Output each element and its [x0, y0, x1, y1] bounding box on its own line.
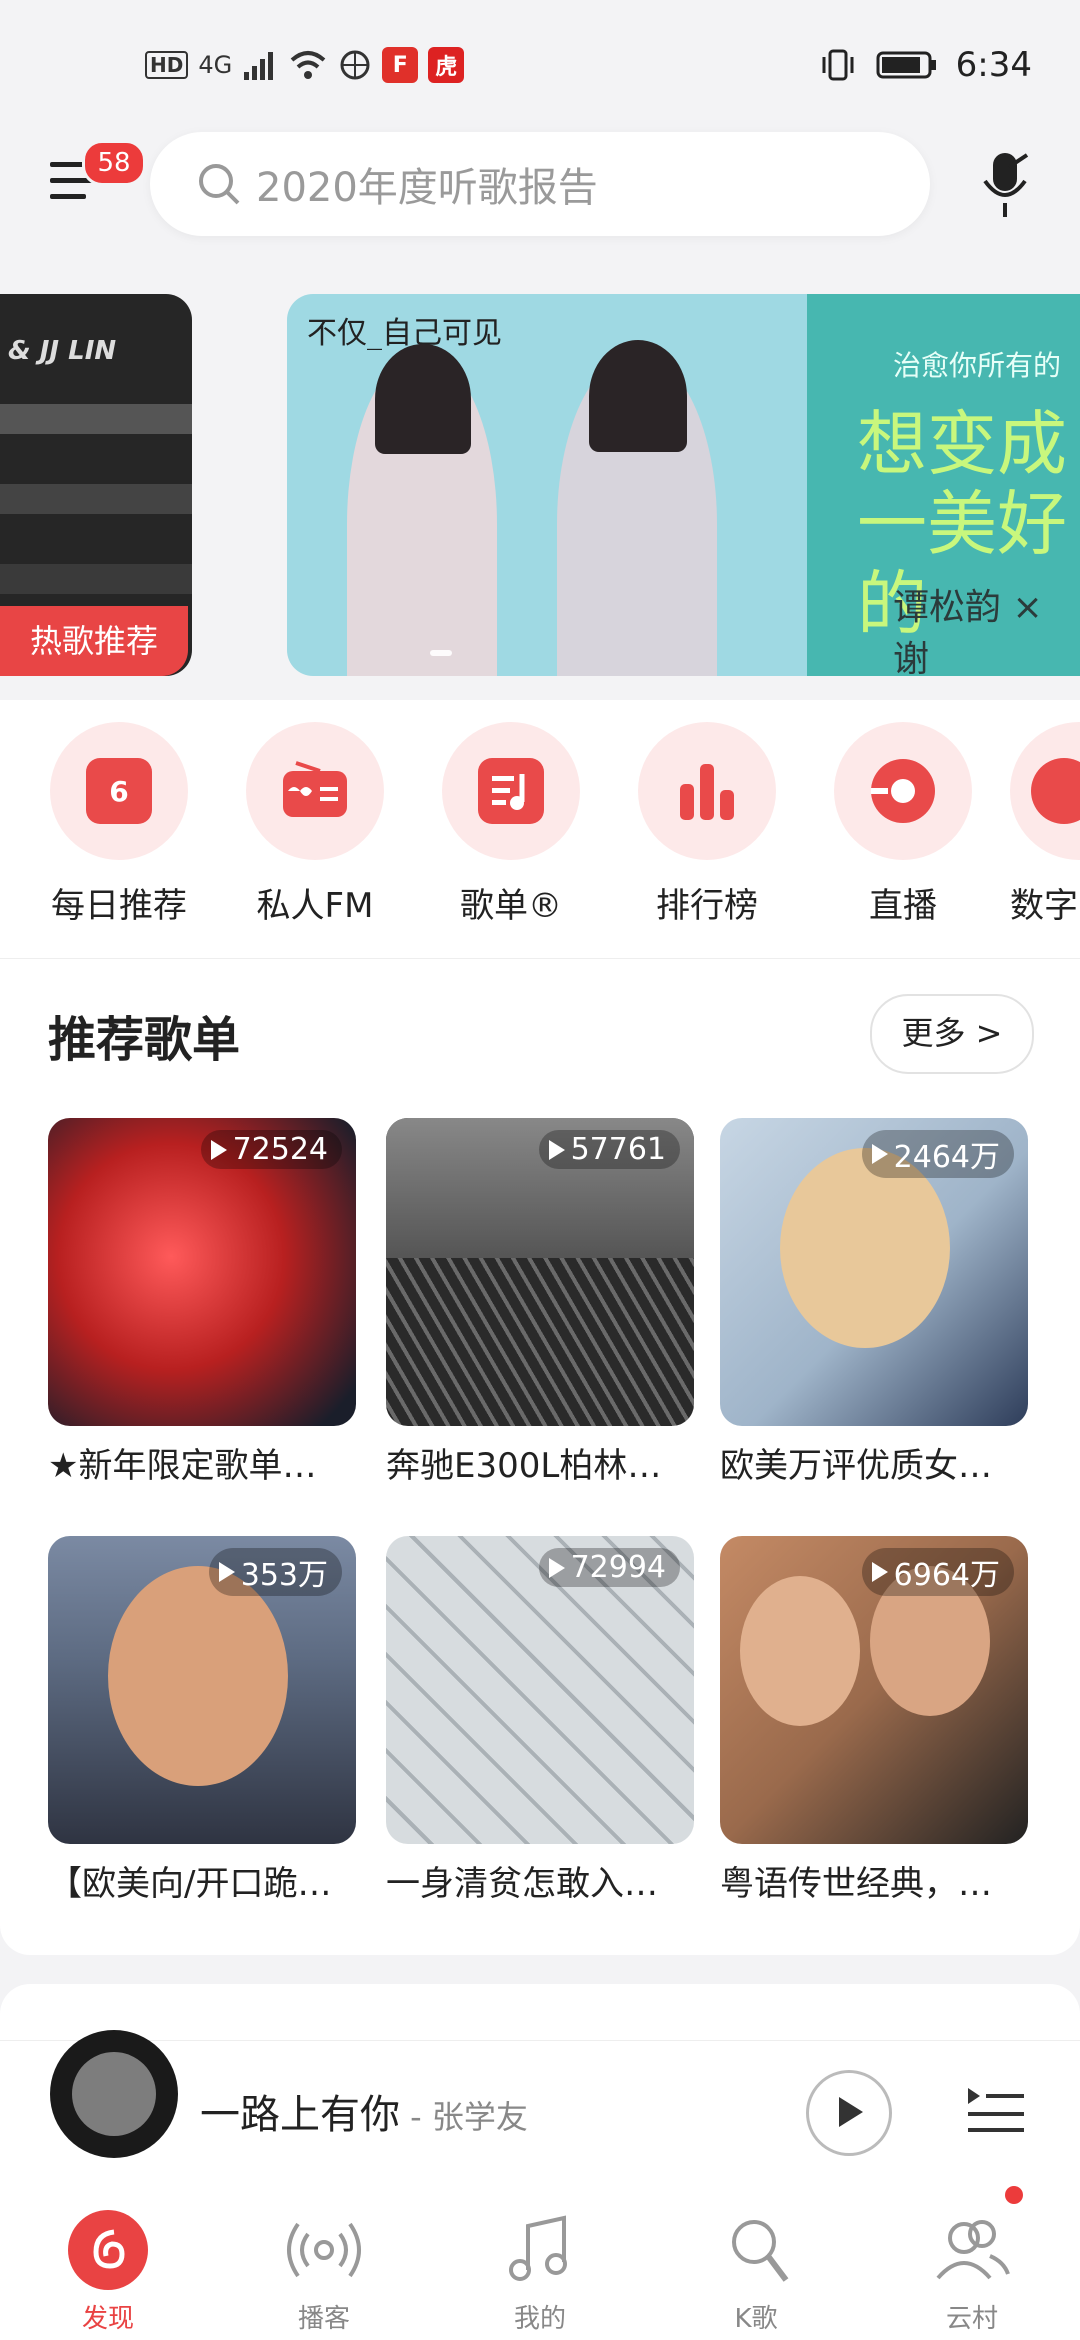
entry-fm[interactable]: 私人FM [240, 722, 390, 927]
digital-icon [1031, 758, 1080, 824]
banner-left-label: & JJ LIN [8, 336, 117, 366]
vibrate-icon [822, 49, 854, 81]
play-count: 6964万 [861, 1548, 1014, 1596]
karaoke-mic-icon [732, 2220, 789, 2282]
hot-songs-tag: 热歌推荐 [0, 606, 188, 676]
entry-charts[interactable]: 排行榜 [632, 722, 782, 927]
play-icon [839, 2097, 863, 2127]
play-count: 353万 [208, 1548, 342, 1596]
signal-icon [244, 52, 274, 80]
radio-icon [283, 761, 347, 817]
discover-icon [68, 2210, 148, 2290]
voice-search-icon[interactable] [975, 145, 1035, 225]
tab-mine[interactable]: 我的 [470, 2208, 610, 2335]
playlist-queue-icon[interactable] [966, 2078, 1026, 2138]
playlist-title: 奔驰E300L柏林之… [386, 1446, 694, 1486]
hd-indicator: HD [145, 51, 189, 79]
chart-bars-icon [680, 764, 734, 820]
playlist-card[interactable]: 2464万 欧美万评优质女… [720, 1118, 1028, 1487]
entry-digital[interactable]: 数字 [1010, 722, 1080, 927]
network-type: 4G [198, 51, 233, 79]
play-count: 72994 [538, 1548, 680, 1587]
quick-entries: 6 每日推荐 私人FM 歌单® 排行榜 直播 数字 [0, 700, 1080, 958]
playlist-cover: 353万 [48, 1536, 356, 1844]
status-icons-right: 6:34 [818, 40, 1032, 90]
app-notification-icon: F [382, 47, 419, 83]
entry-label: 数字 [1010, 886, 1078, 926]
music-note-icon [509, 2215, 567, 2281]
tab-podcast[interactable]: 播客 [254, 2208, 394, 2335]
banner-caption-top: 治愈你所有的 [893, 349, 1062, 382]
play-icon [871, 1144, 888, 1164]
search-bar[interactable]: 2020年度听歌报告 [150, 132, 930, 236]
playlist-title: 欧美万评优质女… [720, 1446, 992, 1486]
search-icon [199, 164, 240, 205]
banner-caption-names: 谭松韵 × 谢 [893, 587, 1043, 676]
play-icon [218, 1562, 235, 1582]
playlist-card[interactable]: 6964万 粤语传世经典，… [720, 1536, 1028, 1905]
tab-community[interactable]: 云村 [902, 2208, 1042, 2335]
next-section [0, 1984, 1080, 2044]
play-button[interactable] [806, 2070, 892, 2156]
app-notification-icon-2: 虎 [428, 47, 465, 83]
play-icon [548, 1557, 565, 1578]
section-title: 推荐歌单 [48, 1012, 241, 1068]
playlist-card[interactable]: 72994 一身清贫怎敢入… [386, 1536, 694, 1905]
search-placeholder: 2020年度听歌报告 [256, 165, 598, 211]
song-artist: - 张学友 [400, 2098, 528, 2136]
playlist-cover: 2464万 [720, 1118, 1028, 1426]
calendar-icon: 6 [86, 758, 152, 824]
live-icon [871, 759, 935, 823]
entry-label: 每日推荐 [51, 886, 187, 926]
playlist-icon [478, 758, 544, 824]
entry-playlist[interactable]: 歌单® [436, 722, 586, 927]
clock: 6:34 [955, 45, 1032, 85]
playlist-card[interactable]: 72524 ★新年限定歌单… [48, 1118, 356, 1487]
playlist-title: ★新年限定歌单… [48, 1446, 317, 1486]
playlist-card[interactable]: 353万 【欧美向/开口跪… [48, 1536, 356, 1905]
playlist-cover: 72524 [48, 1118, 356, 1426]
entry-label: 排行榜 [656, 886, 758, 926]
now-playing[interactable]: 一路上有你 - 张学友 [200, 2082, 528, 2140]
play-icon [210, 1139, 227, 1160]
more-button[interactable]: 更多 > [870, 994, 1034, 1074]
entry-label: 私人FM [256, 886, 374, 926]
community-notification-dot [1005, 2186, 1023, 2204]
album-disc[interactable] [50, 2030, 178, 2158]
playlist-title: 一身清贫怎敢入… [386, 1864, 658, 1904]
tab-discover[interactable]: 发现 [38, 2208, 178, 2335]
play-icon [548, 1139, 565, 1160]
playlist-cover: 57761 [386, 1118, 694, 1426]
battery-icon [876, 51, 936, 79]
playlist-card[interactable]: 57761 奔驰E300L柏林之… [386, 1118, 694, 1487]
playlist-cover: 6964万 [720, 1536, 1028, 1844]
banner-brand: 不仅_自己可见 [307, 316, 502, 351]
banner-indicator [430, 650, 452, 656]
podcast-icon [287, 2222, 361, 2278]
community-icon [936, 2220, 1010, 2280]
play-count: 72524 [200, 1130, 342, 1169]
play-count: 2464万 [861, 1130, 1014, 1178]
play-count: 57761 [538, 1130, 680, 1169]
banner-current[interactable]: 不仅_自己可见 治愈你所有的 想变成一美好的 谭松韵 × 谢 [287, 294, 1080, 676]
entry-live[interactable]: 直播 [828, 722, 978, 927]
status-icons-left: HD 4G F 虎 [145, 40, 465, 90]
notification-badge: 58 [82, 140, 146, 186]
tab-karaoke[interactable]: K歌 [686, 2208, 826, 2335]
entry-label: 直播 [869, 886, 937, 926]
play-icon [871, 1562, 888, 1582]
playlist-title: 粤语传世经典，… [720, 1864, 992, 1904]
entry-label: 歌单® [460, 886, 562, 926]
globe-icon [340, 50, 370, 80]
playlist-title: 【欧美向/开口跪… [48, 1864, 332, 1904]
playlist-cover: 72994 [386, 1536, 694, 1844]
song-title: 一路上有你 [200, 2092, 400, 2138]
wifi-icon [290, 51, 326, 79]
entry-daily[interactable]: 6 每日推荐 [44, 722, 194, 927]
